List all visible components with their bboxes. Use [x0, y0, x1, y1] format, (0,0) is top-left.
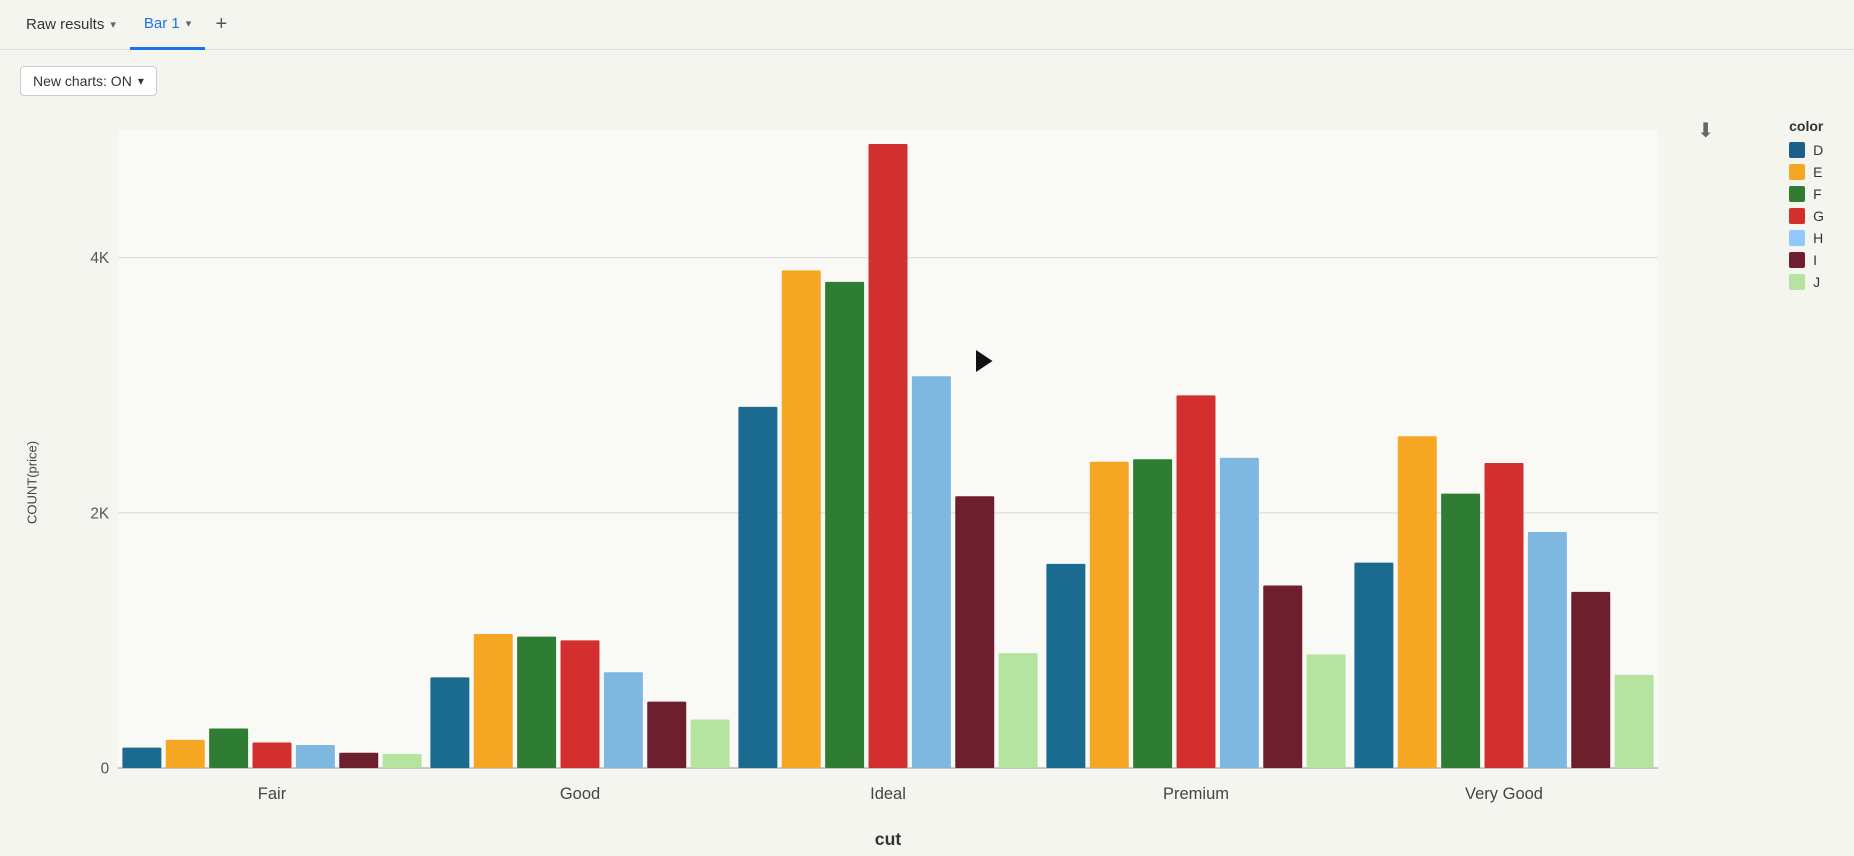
svg-text:Premium: Premium: [1163, 785, 1229, 803]
legend-swatch-E: [1789, 164, 1805, 180]
chart-area: New charts: ON ▾ COUNT(price) ⬇ color D …: [0, 50, 1854, 840]
tab-bar1[interactable]: Bar 1 ▾: [130, 0, 205, 50]
legend-item-J: J: [1789, 274, 1824, 290]
tab-bar1-label: Bar 1: [144, 15, 180, 32]
svg-text:Very Good: Very Good: [1465, 785, 1543, 803]
legend-label-J: J: [1813, 274, 1820, 290]
legend-label-G: G: [1813, 208, 1824, 224]
tab-raw-results[interactable]: Raw results ▾: [12, 0, 130, 50]
legend-label-E: E: [1813, 164, 1822, 180]
toolbar: New charts: ON ▾: [20, 66, 1834, 96]
legend-item-D: D: [1789, 142, 1824, 158]
legend-swatch-G: [1789, 208, 1805, 224]
legend-swatch-J: [1789, 274, 1805, 290]
legend-item-I: I: [1789, 252, 1824, 268]
legend-item-F: F: [1789, 186, 1824, 202]
legend-item-H: H: [1789, 230, 1824, 246]
svg-text:4K: 4K: [90, 250, 110, 267]
chart-inner: ⬇ color D E F G: [52, 108, 1834, 856]
legend-swatch-D: [1789, 142, 1805, 158]
svg-text:cut: cut: [875, 829, 902, 849]
svg-text:0: 0: [101, 761, 110, 778]
tab-raw-results-label: Raw results: [26, 16, 104, 33]
legend-label-D: D: [1813, 142, 1823, 158]
legend-label-H: H: [1813, 230, 1823, 246]
svg-text:Ideal: Ideal: [870, 785, 906, 803]
tab-bar: Raw results ▾ Bar 1 ▾ +: [0, 0, 1854, 50]
new-charts-toggle[interactable]: New charts: ON ▾: [20, 66, 157, 96]
legend-swatch-I: [1789, 252, 1805, 268]
new-charts-label: New charts: ON: [33, 73, 132, 89]
new-charts-chevron: ▾: [138, 74, 144, 88]
svg-text:2K: 2K: [90, 505, 110, 522]
download-icon[interactable]: ⬇: [1697, 118, 1714, 143]
legend-label-I: I: [1813, 252, 1817, 268]
y-axis-label: COUNT(price): [20, 108, 44, 856]
legend-item-G: G: [1789, 208, 1824, 224]
tab-add-button[interactable]: +: [205, 9, 237, 41]
bar-chart: 0 2K 4K Fair Good Ideal Premium Very Good cut: [52, 108, 1834, 856]
chart-container: COUNT(price) ⬇ color D E F: [20, 108, 1834, 856]
legend-title: color: [1789, 118, 1824, 134]
legend-swatch-H: [1789, 230, 1805, 246]
svg-text:Good: Good: [560, 785, 600, 803]
legend-item-E: E: [1789, 164, 1824, 180]
tab-bar1-chevron[interactable]: ▾: [186, 17, 192, 30]
legend-swatch-F: [1789, 186, 1805, 202]
tab-raw-results-chevron[interactable]: ▾: [110, 18, 116, 31]
legend-label-F: F: [1813, 186, 1822, 202]
svg-text:Fair: Fair: [258, 785, 287, 803]
legend: color D E F G: [1789, 118, 1824, 290]
